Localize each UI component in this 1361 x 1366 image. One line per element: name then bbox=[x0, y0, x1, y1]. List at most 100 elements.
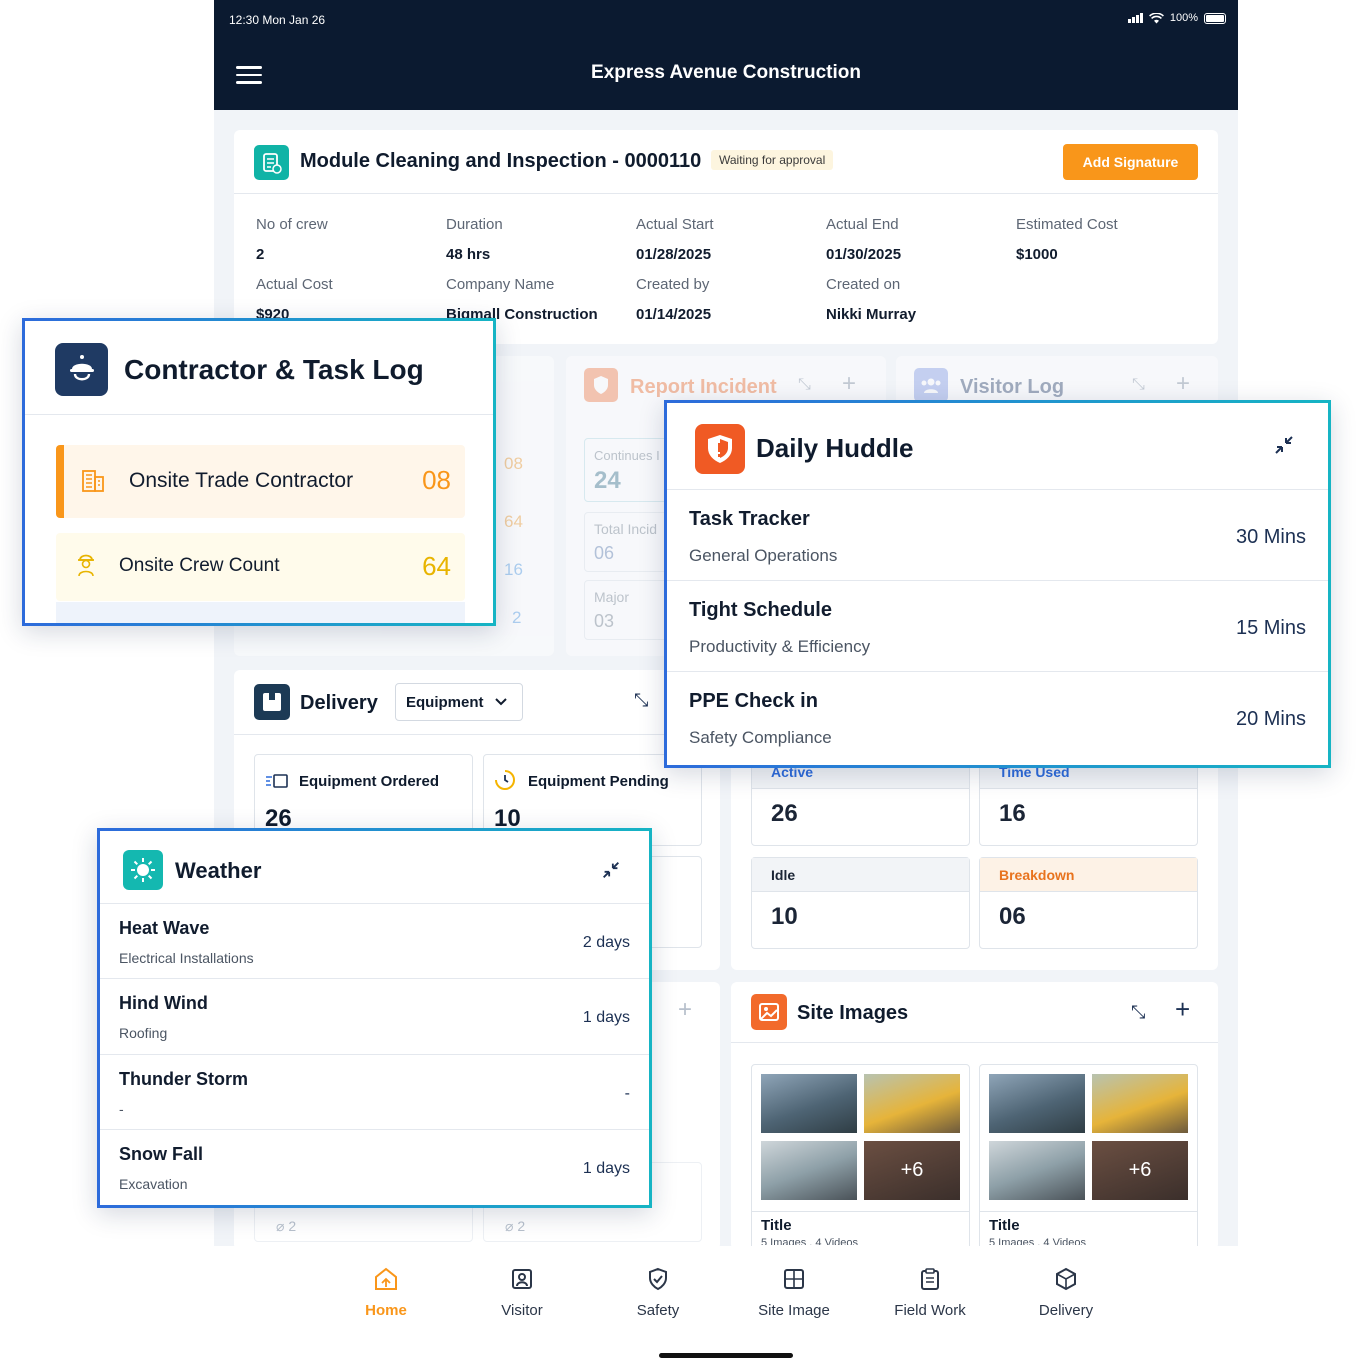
field-label: Estimated Cost bbox=[1016, 216, 1118, 233]
collapse-icon[interactable]: ⤡ bbox=[634, 690, 648, 711]
nav-home[interactable]: Home bbox=[318, 1266, 454, 1319]
attachment-count: ⌀ 2 bbox=[276, 1218, 296, 1235]
status-badge: Waiting for approval bbox=[711, 150, 834, 170]
worker-helmet-icon bbox=[55, 343, 108, 396]
contractor-task-log-card: Contractor & Task Log Onsite Trade Contr… bbox=[22, 318, 496, 626]
shield-icon bbox=[584, 368, 618, 402]
huddle-row[interactable]: Task Tracker General Operations 30 Mins bbox=[667, 489, 1328, 581]
row-subtitle: Productivity & Efficiency bbox=[689, 637, 871, 656]
stat-label: Idle bbox=[752, 858, 969, 892]
incident-stat: Continues I 24 bbox=[584, 438, 674, 502]
field-value: 01/28/2025 bbox=[636, 246, 712, 263]
weather-row[interactable]: Snow Fall Excavation 1 days bbox=[100, 1129, 649, 1205]
row-title: Hind Wind bbox=[119, 993, 208, 1013]
nav-visitor[interactable]: Visitor bbox=[454, 1266, 590, 1319]
collapse-icon[interactable]: ⤡ bbox=[1132, 376, 1145, 394]
nav-delivery[interactable]: Delivery bbox=[998, 1266, 1134, 1319]
list-item[interactable]: Onsite Crew Count 64 bbox=[56, 533, 465, 601]
equipment-stat: Idle 10 bbox=[751, 857, 970, 949]
collapse-icon[interactable]: ⤡ bbox=[1131, 1002, 1145, 1023]
battery-icon bbox=[1204, 12, 1226, 24]
row-title: PPE Check in bbox=[689, 690, 818, 712]
nav-label: Visitor bbox=[501, 1302, 543, 1319]
row-duration: 2 days bbox=[582, 934, 630, 951]
visitor-icon bbox=[512, 1269, 532, 1289]
item-value: 08 bbox=[422, 465, 451, 495]
sun-icon bbox=[123, 850, 163, 890]
row-subtitle: - bbox=[119, 1101, 124, 1117]
field-label: Actual Cost bbox=[256, 276, 333, 293]
field-label: Duration bbox=[446, 216, 503, 233]
row-duration: 1 days bbox=[582, 1009, 630, 1026]
more-photos: +6 bbox=[864, 1141, 960, 1200]
delivery-title: Delivery bbox=[300, 692, 378, 714]
add-icon[interactable]: + bbox=[842, 370, 856, 398]
paperclip-icon: ⌀ bbox=[276, 1218, 285, 1234]
paperclip-icon: ⌀ bbox=[505, 1218, 514, 1234]
building-icon bbox=[78, 465, 108, 500]
equipment-stat: Breakdown 06 bbox=[979, 857, 1198, 949]
status-bar: 12:30 Mon Jan 26 100% bbox=[214, 0, 1238, 40]
add-icon[interactable]: + bbox=[1176, 370, 1190, 398]
nav-site-image[interactable]: Site Image bbox=[726, 1266, 862, 1319]
field-value: 01/14/2025 bbox=[636, 306, 712, 323]
module-card: Module Cleaning and Inspection - 0000110… bbox=[234, 130, 1218, 344]
weather-row[interactable]: Hind Wind Roofing 1 days bbox=[100, 978, 649, 1054]
weather-row[interactable]: Thunder Storm - - bbox=[100, 1054, 649, 1130]
stat-value: 16 bbox=[999, 800, 1026, 827]
nav-label: Home bbox=[365, 1302, 407, 1319]
nav-safety[interactable]: Safety bbox=[590, 1266, 726, 1319]
incident-stat: Total Incid 06 bbox=[584, 512, 674, 572]
faded-value: 08 bbox=[504, 454, 523, 473]
nav-label: Site Image bbox=[758, 1302, 830, 1319]
site-photo bbox=[761, 1141, 857, 1200]
add-signature-button[interactable]: Add Signature bbox=[1063, 144, 1198, 180]
list-icon bbox=[265, 773, 289, 794]
site-photo bbox=[864, 1074, 960, 1133]
field-value: 01/30/2025 bbox=[826, 246, 902, 263]
status-time: 12:30 Mon Jan 26 bbox=[229, 13, 326, 27]
row-title: Heat Wave bbox=[119, 918, 210, 938]
stat-value: 06 bbox=[594, 543, 615, 563]
add-icon[interactable]: + bbox=[678, 996, 692, 1024]
clipboard-icon bbox=[921, 1268, 939, 1290]
field-label: Created by bbox=[636, 276, 710, 293]
huddle-row[interactable]: Tight Schedule Productivity & Efficiency… bbox=[667, 580, 1328, 672]
collapse-icon[interactable] bbox=[600, 859, 622, 886]
row-duration: 30 Mins bbox=[1235, 526, 1306, 548]
album-card[interactable]: +6 Title 5 Images , 4 Videos bbox=[979, 1064, 1198, 1264]
attachment-count: ⌀ 2 bbox=[505, 1218, 525, 1235]
stat-value: 10 bbox=[771, 903, 798, 930]
huddle-row[interactable]: PPE Check in Safety Compliance 20 Mins bbox=[667, 671, 1328, 763]
row-title: Tight Schedule bbox=[689, 599, 832, 621]
attachment-value: 2 bbox=[288, 1218, 297, 1234]
collapse-icon[interactable]: ⤡ bbox=[798, 376, 811, 394]
daily-huddle-title: Daily Huddle bbox=[756, 433, 914, 463]
attachment-value: 2 bbox=[517, 1218, 526, 1234]
pending-clock-icon bbox=[494, 769, 516, 796]
album-card[interactable]: +6 Title 5 Images , 4 Videos bbox=[751, 1064, 970, 1264]
nav-label: Safety bbox=[636, 1302, 680, 1319]
stat-value: 03 bbox=[594, 611, 615, 631]
row-duration: 15 Mins bbox=[1235, 617, 1306, 639]
box-icon bbox=[254, 684, 290, 720]
chevron-down-icon bbox=[495, 698, 507, 706]
equipment-dropdown[interactable]: Equipment bbox=[395, 683, 523, 721]
row-duration: 1 days bbox=[582, 1160, 630, 1177]
album-title: Title bbox=[989, 1217, 1020, 1234]
shield-icon bbox=[649, 1267, 667, 1291]
list-item[interactable]: Onsite Trade Contractor 08 bbox=[56, 445, 465, 518]
report-incident-title: Report Incident bbox=[630, 376, 777, 398]
nav-field-work[interactable]: Field Work bbox=[862, 1266, 998, 1319]
add-icon[interactable]: + bbox=[1175, 994, 1190, 1025]
crew-icon bbox=[74, 551, 98, 582]
visitor-log-title: Visitor Log bbox=[960, 376, 1065, 398]
collapse-icon[interactable] bbox=[1272, 433, 1296, 462]
bottom-navigation: Home Visitor Safety Site Image Field Wor… bbox=[214, 1246, 1238, 1366]
stat-label: Equipment Ordered bbox=[299, 773, 440, 790]
stat-label: Total Incid bbox=[594, 521, 658, 537]
checklist-icon bbox=[254, 145, 289, 180]
row-title: Snow Fall bbox=[119, 1144, 204, 1164]
weather-row[interactable]: Heat Wave Electrical Installations 2 day… bbox=[100, 903, 649, 979]
stat-label: Continues I bbox=[594, 448, 660, 463]
